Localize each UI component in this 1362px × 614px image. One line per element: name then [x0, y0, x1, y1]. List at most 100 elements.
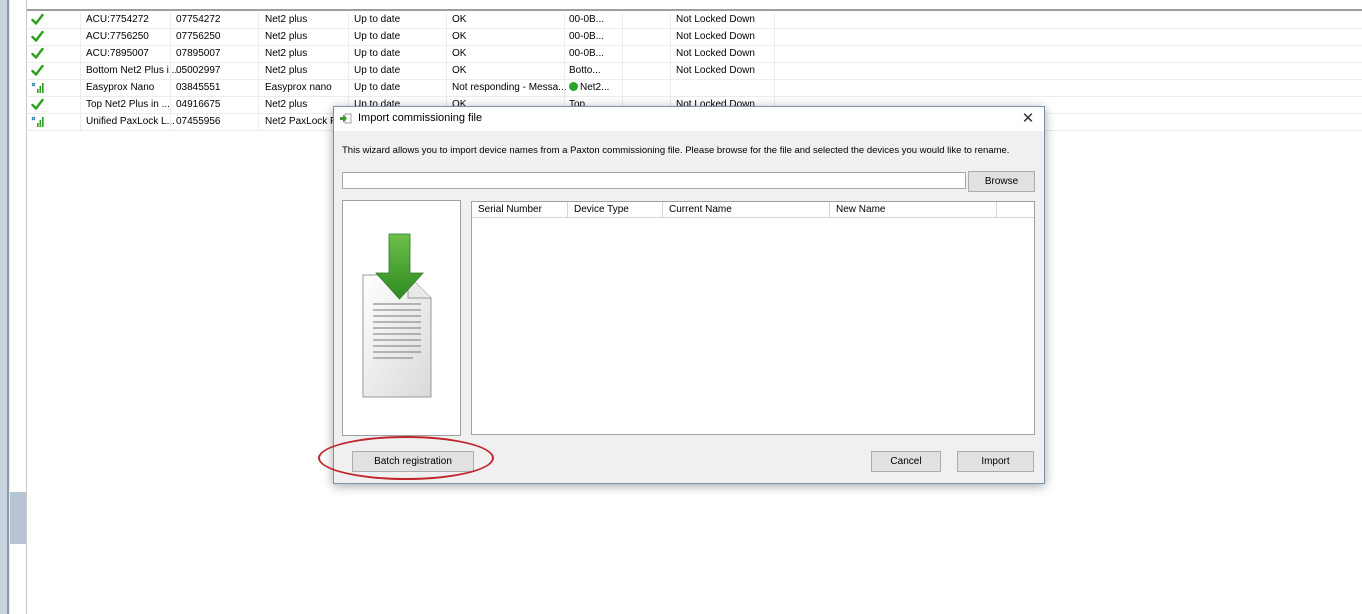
column-separator — [446, 29, 447, 45]
import-commissioning-dialog: Import commissioning file ✕ This wizard … — [333, 106, 1045, 484]
column-separator — [670, 80, 671, 96]
device-type: Easyprox nano — [265, 82, 332, 93]
online-dot-icon — [569, 82, 578, 91]
highlight-annotation-ellipse — [318, 436, 494, 480]
device-status: OK — [452, 48, 467, 59]
column-separator — [348, 46, 349, 62]
device-network-text: 00-0B... — [569, 31, 605, 42]
column-separator — [446, 12, 447, 28]
column-separator — [564, 46, 565, 62]
device-name: Bottom Net2 Plus i... — [86, 65, 178, 76]
column-separator — [80, 46, 81, 62]
device-type: Net2 plus — [265, 48, 308, 59]
column-separator — [622, 46, 623, 62]
device-row[interactable]: Bottom Net2 Plus i... 05002997 Net2 plus Up… — [28, 63, 1362, 80]
column-current-name[interactable]: Current Name — [663, 202, 830, 217]
column-separator — [446, 80, 447, 96]
column-separator — [348, 29, 349, 45]
column-separator — [348, 12, 349, 28]
device-status: OK — [452, 31, 467, 42]
column-separator — [622, 29, 623, 45]
column-separator — [774, 80, 775, 96]
dialog-description: This wizard allows you to import device … — [342, 145, 1010, 156]
device-status: Not responding - Messa... — [452, 82, 566, 93]
column-separator — [170, 29, 171, 45]
check-icon — [31, 98, 45, 112]
column-separator — [258, 114, 259, 130]
cancel-button[interactable]: Cancel — [871, 451, 941, 472]
dialog-title: Import commissioning file — [358, 112, 483, 124]
import-button[interactable]: Import — [957, 451, 1034, 472]
device-serial: 07895007 — [176, 48, 221, 59]
column-separator — [170, 80, 171, 96]
column-separator — [446, 63, 447, 79]
column-separator — [258, 12, 259, 28]
column-separator — [774, 63, 775, 79]
table-header: Serial Number Device Type Current Name N… — [472, 202, 1034, 218]
column-separator — [670, 12, 671, 28]
file-path-input[interactable] — [342, 172, 966, 189]
device-serial: 07756250 — [176, 31, 221, 42]
column-separator — [564, 12, 565, 28]
device-lockdown: Not Locked Down — [676, 48, 755, 59]
device-row[interactable]: Easyprox Nano 03845551 Easyprox nano Up to … — [28, 80, 1362, 97]
column-separator — [258, 46, 259, 62]
check-icon — [31, 64, 45, 78]
left-frame-border — [0, 0, 7, 614]
column-separator — [622, 63, 623, 79]
device-rename-table[interactable]: Serial Number Device Type Current Name N… — [471, 201, 1035, 435]
browse-button[interactable]: Browse — [968, 171, 1035, 192]
column-separator — [170, 114, 171, 130]
column-separator — [564, 63, 565, 79]
device-network-text: 00-0B... — [569, 48, 605, 59]
device-name: ACU:7895007 — [86, 48, 149, 59]
column-separator — [258, 97, 259, 113]
column-separator — [170, 97, 171, 113]
column-separator — [170, 46, 171, 62]
column-device-type[interactable]: Device Type — [568, 202, 663, 217]
device-network: 00-0B... — [569, 14, 629, 26]
device-serial: 07754272 — [176, 14, 221, 25]
column-separator — [80, 97, 81, 113]
device-lockdown: Not Locked Down — [676, 14, 755, 25]
signal-icon — [31, 81, 45, 95]
column-serial-number[interactable]: Serial Number — [472, 202, 568, 217]
device-row[interactable]: ACU:7895007 07895007 Net2 plus Up to date OK… — [28, 46, 1362, 63]
column-separator — [622, 80, 623, 96]
device-network: Botto... — [569, 65, 629, 77]
close-button[interactable]: ✕ — [1018, 110, 1038, 128]
device-type: Net2 plus — [265, 14, 308, 25]
device-row[interactable]: ACU:7756250 07756250 Net2 plus Up to date OK… — [28, 29, 1362, 46]
device-lockdown: Not Locked Down — [676, 31, 755, 42]
device-type: Net2 plus — [265, 31, 308, 42]
column-separator — [670, 46, 671, 62]
column-separator — [774, 46, 775, 62]
left-scroll-thumb[interactable] — [10, 492, 27, 544]
device-network: Net2... — [569, 82, 629, 94]
device-firmware: Up to date — [354, 31, 401, 42]
column-separator — [258, 63, 259, 79]
device-firmware: Up to date — [354, 65, 401, 76]
column-separator — [258, 80, 259, 96]
document-download-icon — [362, 233, 432, 398]
device-serial: 04916675 — [176, 99, 221, 110]
device-name: Easyprox Nano — [86, 82, 155, 93]
device-firmware: Up to date — [354, 14, 401, 25]
device-name: ACU:7754272 — [86, 14, 149, 25]
column-separator — [774, 29, 775, 45]
device-row[interactable]: ACU:7754272 07754272 Net2 plus Up to date OK… — [28, 12, 1362, 29]
column-separator — [348, 80, 349, 96]
left-frame-rule — [26, 0, 27, 614]
device-network: 00-0B... — [569, 31, 629, 43]
device-status: OK — [452, 65, 467, 76]
column-new-name[interactable]: New Name — [830, 202, 997, 217]
device-name: Unified PaxLock L... — [86, 116, 175, 127]
dialog-titlebar[interactable]: Import commissioning file ✕ — [334, 107, 1044, 131]
column-separator — [622, 12, 623, 28]
device-firmware: Up to date — [354, 48, 401, 59]
device-lockdown: Not Locked Down — [676, 65, 755, 76]
device-network-text: Net2... — [580, 82, 610, 93]
column-separator — [564, 80, 565, 96]
signal-icon — [31, 115, 45, 129]
left-frame — [0, 0, 27, 614]
